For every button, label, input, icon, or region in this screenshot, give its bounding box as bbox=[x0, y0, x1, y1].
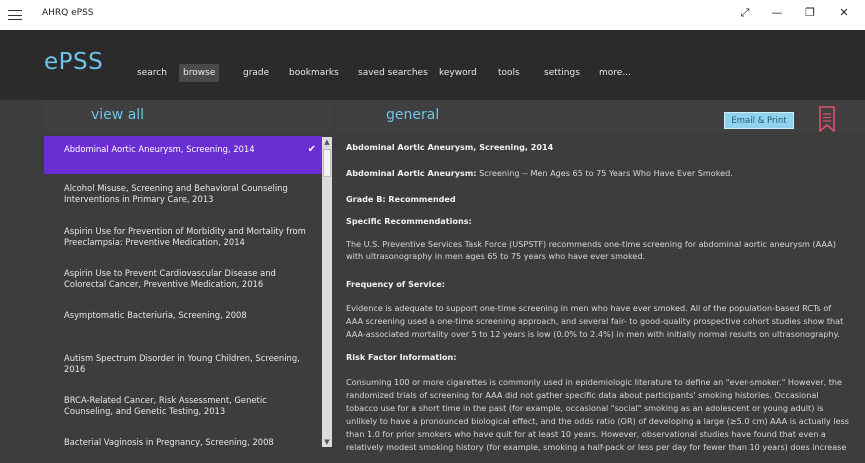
risk-text-line: relatively modest smoking history (for e… bbox=[346, 442, 847, 452]
grade-line: Grade B: Recommended bbox=[346, 194, 456, 204]
expand-icon[interactable]: ⤢ bbox=[735, 6, 755, 20]
nav-saved-searches[interactable]: saved searches bbox=[354, 64, 432, 82]
list-item-label: Autism Spectrum Disorder in Young Childr… bbox=[64, 353, 300, 363]
nav-settings[interactable]: settings bbox=[540, 64, 584, 82]
scroll-down-icon[interactable]: ▼ bbox=[322, 437, 332, 447]
maximize-button[interactable]: ❐ bbox=[800, 6, 820, 19]
list-item[interactable]: Aspirin Use to Prevent Cardiovascular Di… bbox=[44, 268, 322, 290]
window-title: AHRQ ePSS bbox=[42, 8, 94, 18]
list-item-label-2: Interventions in Primary Care, 2013 bbox=[64, 194, 214, 204]
general-heading: general bbox=[386, 107, 440, 123]
view-all-heading: view all bbox=[91, 107, 145, 123]
list-item[interactable]: Aspirin Use for Prevention of Morbidity … bbox=[44, 226, 322, 248]
risk-text-line: tobacco use for a short time in the past… bbox=[346, 403, 824, 413]
list-item-label-2: Colorectal Cancer, Preventive Medication… bbox=[64, 279, 264, 289]
risk-text-line: randomized trials of screening for AAA d… bbox=[346, 390, 819, 400]
specific-text-line: The U.S. Preventive Services Task Force … bbox=[346, 239, 836, 249]
list-item-label: Bacterial Vaginosis in Pregnancy, Screen… bbox=[64, 437, 274, 447]
list-item-label: Asymptomatic Bacteriuria, Screening, 200… bbox=[64, 310, 247, 320]
risk-heading: Risk Factor Information: bbox=[346, 352, 457, 362]
list-item[interactable]: Autism Spectrum Disorder in Young Childr… bbox=[44, 353, 322, 375]
left-column-header: view all bbox=[44, 100, 332, 132]
nav-browse[interactable]: browse bbox=[179, 64, 220, 82]
list-item[interactable]: Asymptomatic Bacteriuria, Screening, 200… bbox=[44, 310, 322, 321]
list-item-label: Abdominal Aortic Aneurysm, Screening, 20… bbox=[64, 144, 255, 154]
frequency-text-line: AAA-associated mortality over 5 to 12 ye… bbox=[346, 329, 840, 339]
scroll-up-icon[interactable]: ▲ bbox=[322, 137, 332, 147]
title-bar: AHRQ ePSS ⤢ — ❐ ✕ bbox=[0, 0, 865, 30]
list-item[interactable]: Bacterial Vaginosis in Pregnancy, Screen… bbox=[44, 437, 322, 448]
risk-text-line: than 1.0 for prior smokers who have quit… bbox=[346, 429, 826, 439]
list-item-label-2: 2016 bbox=[64, 364, 86, 374]
close-button[interactable]: ✕ bbox=[834, 6, 854, 19]
list-item-label: Aspirin Use to Prevent Cardiovascular Di… bbox=[64, 268, 276, 278]
app-logo: ePSS bbox=[44, 49, 104, 75]
email-print-button[interactable]: Email & Print bbox=[724, 112, 794, 129]
detail-title: Abdominal Aortic Aneurysm, Screening, 20… bbox=[346, 142, 554, 152]
checkmark-icon: ✔ bbox=[307, 144, 316, 155]
nav-search[interactable]: search bbox=[133, 64, 171, 82]
nav-tools[interactable]: tools bbox=[494, 64, 524, 82]
app-header bbox=[0, 30, 865, 100]
list-scrollbar[interactable]: ▲ ▼ bbox=[322, 137, 332, 447]
list-item[interactable]: Alcohol Misuse, Screening and Behavioral… bbox=[44, 183, 322, 205]
frequency-heading: Frequency of Service: bbox=[346, 279, 445, 289]
list-item-label: Aspirin Use for Prevention of Morbidity … bbox=[64, 226, 306, 236]
population-text: Screening -- Men Ages 65 to 75 Years Who… bbox=[476, 168, 733, 178]
minimize-button[interactable]: — bbox=[767, 6, 787, 19]
nav-keyword[interactable]: keyword bbox=[435, 64, 481, 82]
specific-text-line: with ultrasonography in men ages 65 to 7… bbox=[346, 251, 646, 261]
risk-text-line: Consuming 100 or more cigarettes is comm… bbox=[346, 377, 843, 387]
recommendation-detail: Abdominal Aortic Aneurysm, Screening, 20… bbox=[336, 133, 865, 463]
list-item-label: BRCA-Related Cancer, Risk Assessment, Ge… bbox=[64, 395, 267, 405]
bookmark-icon[interactable] bbox=[818, 106, 836, 132]
nav-more[interactable]: more... bbox=[595, 64, 635, 82]
list-item[interactable]: BRCA-Related Cancer, Risk Assessment, Ge… bbox=[44, 395, 322, 417]
risk-text-line: unlikely to have a pronounced biological… bbox=[346, 416, 849, 426]
frequency-text-line: Evidence is adequate to support one-time… bbox=[346, 303, 832, 313]
population-line: Abdominal Aortic Aneurysm: Screening -- … bbox=[346, 168, 858, 179]
list-item-label-2: Preeclampsia: Preventive Medication, 201… bbox=[64, 237, 245, 247]
list-item[interactable]: Abdominal Aortic Aneurysm, Screening, 20… bbox=[44, 136, 322, 174]
hamburger-menu-icon[interactable] bbox=[8, 8, 22, 22]
nav-bookmarks[interactable]: bookmarks bbox=[285, 64, 343, 82]
list-item-label: Alcohol Misuse, Screening and Behavioral… bbox=[64, 183, 288, 193]
population-label: Abdominal Aortic Aneurysm: bbox=[346, 168, 477, 178]
frequency-text-line: AAA screening used a one-time screening … bbox=[346, 316, 844, 326]
nav-grade[interactable]: grade bbox=[239, 64, 273, 82]
list-item-label-2: Counseling, and Genetic Testing, 2013 bbox=[64, 406, 226, 416]
scroll-thumb[interactable] bbox=[323, 149, 331, 177]
specific-heading: Specific Recommendations: bbox=[346, 216, 472, 226]
recommendation-list: Abdominal Aortic Aneurysm, Screening, 20… bbox=[44, 133, 322, 463]
